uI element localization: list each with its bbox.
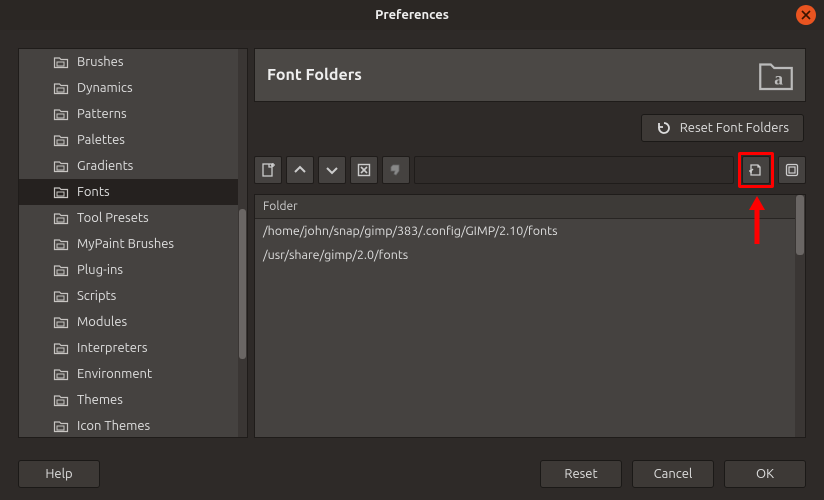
- reset-icon: [656, 120, 672, 136]
- close-icon: [801, 10, 811, 20]
- new-folder-button[interactable]: [254, 156, 282, 184]
- folder-row[interactable]: /home/john/snap/gimp/383/.config/GIMP/2.…: [255, 219, 795, 243]
- dialog-body: Brushes Dynamics Patterns Palettes Gradients…: [0, 30, 824, 438]
- sidebar-item-tool-presets[interactable]: Tool Presets: [19, 205, 238, 231]
- move-up-button[interactable]: [286, 156, 314, 184]
- folder-toolbar: [254, 152, 806, 188]
- chevron-up-icon: [292, 162, 308, 178]
- folder-icon: [53, 80, 69, 96]
- sidebar-item-environment[interactable]: Environment: [19, 361, 238, 387]
- sidebar-item-label: Patterns: [77, 107, 127, 121]
- ok-button[interactable]: OK: [724, 460, 806, 488]
- folder-icon: [53, 132, 69, 148]
- folder-icon: [53, 288, 69, 304]
- sidebar-item-brushes[interactable]: Brushes: [19, 49, 238, 75]
- folder-icon: [53, 314, 69, 330]
- reset-button[interactable]: Reset: [540, 460, 622, 488]
- sidebar-scrollbar[interactable]: [238, 49, 247, 437]
- folder-icon: [53, 184, 69, 200]
- folder-icon: [53, 158, 69, 174]
- sidebar-item-label: MyPaint Brushes: [77, 237, 174, 251]
- dialog-button-bar: Help Reset Cancel OK: [0, 448, 824, 500]
- sidebar-item-label: Dynamics: [77, 81, 133, 95]
- folder-icon: [53, 340, 69, 356]
- main-pane: Font Folders a Reset Font Folders: [254, 48, 806, 438]
- show-in-file-manager-button[interactable]: [778, 156, 806, 184]
- writable-toggle-button[interactable]: [382, 156, 410, 184]
- help-button[interactable]: Help: [18, 460, 100, 488]
- sidebar-item-palettes[interactable]: Palettes: [19, 127, 238, 153]
- sidebar-item-modules[interactable]: Modules: [19, 309, 238, 335]
- sidebar-item-dynamics[interactable]: Dynamics: [19, 75, 238, 101]
- sidebar-item-label: Tool Presets: [77, 211, 149, 225]
- new-page-icon: [260, 162, 276, 178]
- delete-icon: [356, 162, 372, 178]
- page-header: Font Folders a: [254, 48, 806, 102]
- move-down-button[interactable]: [318, 156, 346, 184]
- sidebar-item-mypaint-brushes[interactable]: MyPaint Brushes: [19, 231, 238, 257]
- browse-folder-button[interactable]: [742, 156, 770, 184]
- window-close-button[interactable]: [796, 5, 816, 25]
- thumbs-down-icon: [388, 162, 404, 178]
- delete-folder-button[interactable]: [350, 156, 378, 184]
- sidebar-item-label: Fonts: [77, 185, 110, 199]
- window-title: Preferences: [375, 8, 449, 22]
- folder-icon: [53, 262, 69, 278]
- sidebar-item-label: Plug-ins: [77, 263, 123, 277]
- file-open-icon: [748, 162, 764, 178]
- folder-icon: [53, 54, 69, 70]
- annotation-highlight: [738, 152, 774, 188]
- folder-icon: [53, 236, 69, 252]
- sidebar-scrollbar-thumb[interactable]: [239, 209, 246, 359]
- folder-icon: [53, 210, 69, 226]
- sidebar-item-label: Scripts: [77, 289, 116, 303]
- folder-icon: [53, 366, 69, 382]
- sidebar-item-label: Gradients: [77, 159, 133, 173]
- sidebar-item-gradients[interactable]: Gradients: [19, 153, 238, 179]
- sidebar-item-patterns[interactable]: Patterns: [19, 101, 238, 127]
- folder-column-header[interactable]: Folder: [255, 195, 795, 219]
- folder-icon: [53, 418, 69, 434]
- sidebar-item-label: Brushes: [77, 55, 124, 69]
- folder-icon: [53, 106, 69, 122]
- chevron-down-icon: [324, 162, 340, 178]
- font-folder-large-icon: a: [755, 54, 797, 96]
- folder-row[interactable]: /usr/share/gimp/2.0/fonts: [255, 243, 795, 267]
- reset-font-folders-button[interactable]: Reset Font Folders: [641, 114, 804, 142]
- folder-list-scrollbar[interactable]: [795, 195, 805, 437]
- cancel-button[interactable]: Cancel: [632, 460, 714, 488]
- sidebar-item-themes[interactable]: Themes: [19, 387, 238, 413]
- sidebar-item-label: Environment: [77, 367, 152, 381]
- sidebar-item-icon-themes[interactable]: Icon Themes: [19, 413, 238, 438]
- sidebar-item-label: Modules: [77, 315, 127, 329]
- sidebar-item-scripts[interactable]: Scripts: [19, 283, 238, 309]
- folder-icon: [53, 392, 69, 408]
- sidebar-item-label: Palettes: [77, 133, 125, 147]
- page-title: Font Folders: [267, 66, 362, 84]
- folder-path-input[interactable]: [414, 156, 734, 184]
- sidebar-item-fonts[interactable]: Fonts: [19, 179, 238, 205]
- sidebar-item-interpreters[interactable]: Interpreters: [19, 335, 238, 361]
- sidebar-item-label: Icon Themes: [77, 419, 150, 433]
- file-manager-icon: [784, 162, 800, 178]
- reset-font-folders-label: Reset Font Folders: [680, 121, 789, 135]
- folder-list-scrollbar-thumb[interactable]: [796, 195, 804, 255]
- sidebar-item-plug-ins[interactable]: Plug-ins: [19, 257, 238, 283]
- titlebar: Preferences: [0, 0, 824, 30]
- sidebar-item-label: Themes: [77, 393, 123, 407]
- folder-list[interactable]: Folder /home/john/snap/gimp/383/.config/…: [255, 195, 795, 437]
- folder-list-panel: Folder /home/john/snap/gimp/383/.config/…: [254, 194, 806, 438]
- sidebar: Brushes Dynamics Patterns Palettes Gradients…: [18, 48, 248, 438]
- sidebar-item-label: Interpreters: [77, 341, 147, 355]
- svg-text:a: a: [774, 69, 783, 89]
